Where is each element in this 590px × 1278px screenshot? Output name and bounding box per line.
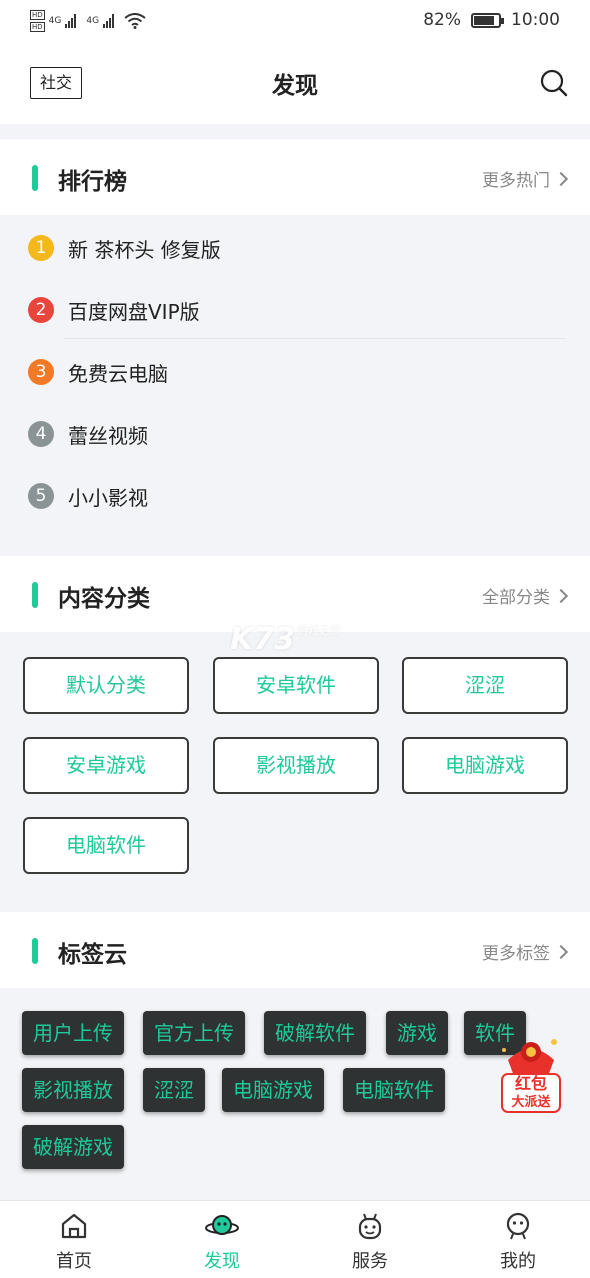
divider (64, 338, 566, 339)
tab-home-label: 首页 (56, 1251, 92, 1272)
category-button[interactable]: 影视播放 (213, 737, 379, 794)
list-item[interactable]: 3 免费云电脑 (28, 352, 168, 392)
rank-item-name: 蕾丝视频 (68, 423, 148, 448)
tag-chip[interactable]: 破解软件 (264, 1011, 366, 1055)
section-accent-bar (32, 165, 38, 191)
tab-profile-label: 我的 (500, 1251, 536, 1272)
network-type-2: 4G (86, 16, 100, 26)
profile-icon (506, 1212, 530, 1240)
list-item[interactable]: 2 百度网盘VIP版 (28, 290, 200, 330)
clock: 10:00 (511, 10, 560, 30)
signal-bars-icon (65, 14, 77, 28)
category-button[interactable]: 默认分类 (23, 657, 189, 714)
home-icon (61, 1213, 87, 1239)
promo-text: 红包 大派送 (502, 1074, 560, 1112)
red-envelope-promo[interactable]: 红包 大派送 (496, 1030, 566, 1116)
category-button[interactable]: 电脑软件 (23, 817, 189, 874)
rank-badge: 1 (28, 235, 54, 261)
tab-service[interactable]: 服务 (310, 1201, 430, 1278)
rank-badge: 5 (28, 483, 54, 509)
tab-profile[interactable]: 我的 (458, 1201, 578, 1278)
tab-service-label: 服务 (352, 1251, 388, 1272)
rank-item-name: 百度网盘VIP版 (68, 299, 200, 324)
all-categories-link[interactable]: 全部分类 (482, 583, 569, 608)
rank-item-name: 免费云电脑 (68, 361, 168, 386)
tags-title: 标签云 (58, 942, 127, 968)
battery-percent: 82% (423, 10, 461, 30)
tag-chip[interactable]: 影视播放 (22, 1068, 124, 1112)
more-hot-label: 更多热门 (482, 171, 550, 191)
categories-title: 内容分类 (58, 586, 150, 612)
rank-item-name: 小小影视 (68, 485, 148, 510)
more-tags-label: 更多标签 (482, 944, 550, 964)
page-title: 发现 (272, 73, 318, 99)
chevron-right-icon (553, 944, 569, 959)
rank-badge: 2 (28, 297, 54, 323)
discover-planet-icon (205, 1215, 239, 1235)
more-tags-link[interactable]: 更多标签 (482, 939, 569, 964)
tag-chip[interactable]: 游戏 (386, 1011, 448, 1055)
category-button[interactable]: 电脑游戏 (402, 737, 568, 794)
tab-home[interactable]: 首页 (14, 1201, 134, 1278)
ranking-list: 1 新 茶杯头 修复版 2 百度网盘VIP版 3 免费云电脑 4 蕾丝视频 5 … (0, 216, 590, 556)
tag-chip[interactable]: 官方上传 (143, 1011, 245, 1055)
chevron-right-icon (553, 588, 569, 603)
signal-bars-icon (103, 14, 115, 28)
tab-discover-label: 发现 (204, 1251, 240, 1272)
tag-chip[interactable]: 用户上传 (22, 1011, 124, 1055)
ranking-title: 排行榜 (58, 169, 127, 195)
ranking-section-header: 排行榜 更多热门 (0, 139, 590, 215)
categories-section-header: 内容分类 全部分类 (0, 556, 590, 632)
tag-chip[interactable]: 破解游戏 (22, 1125, 124, 1169)
watermark-text: K73 (230, 622, 295, 657)
battery-icon (471, 12, 504, 28)
promo-line-2: 大派送 (511, 1095, 551, 1110)
network-type-1: 4G (48, 16, 62, 26)
signal-indicators: HD HD 4G 4G (30, 10, 146, 32)
chevron-right-icon (553, 171, 569, 186)
rank-item-name: 新 茶杯头 修复版 (68, 237, 221, 262)
wifi-icon (124, 13, 146, 29)
status-right: 82% 10:00 (423, 10, 560, 30)
category-button[interactable]: 安卓游戏 (23, 737, 189, 794)
more-hot-link[interactable]: 更多热门 (482, 166, 569, 191)
status-bar: HD HD 4G 4G 82% 10:00 (0, 0, 590, 44)
tag-chip[interactable]: 电脑软件 (343, 1068, 445, 1112)
app-header: 社交 发现 (0, 44, 590, 124)
all-categories-label: 全部分类 (482, 588, 550, 608)
category-button[interactable]: 安卓软件 (213, 657, 379, 714)
section-accent-bar (32, 938, 38, 964)
bottom-tab-bar: 首页 发现 服务 我的 (0, 1200, 590, 1278)
rank-badge: 4 (28, 421, 54, 447)
tab-discover[interactable]: 发现 (162, 1201, 282, 1278)
category-button[interactable]: 涩涩 (402, 657, 568, 714)
rank-badge: 3 (28, 359, 54, 385)
service-robot-icon (358, 1213, 382, 1240)
watermark-subtext: 游戏之家 (297, 624, 341, 637)
list-item[interactable]: 5 小小影视 (28, 476, 148, 516)
hd-icon: HD HD (30, 10, 45, 32)
tag-chip[interactable]: 电脑游戏 (222, 1068, 324, 1112)
search-icon[interactable] (540, 69, 568, 97)
watermark-logo: K73 游戏之家 (230, 622, 341, 657)
tag-chip[interactable]: 涩涩 (143, 1068, 205, 1112)
list-item[interactable]: 4 蕾丝视频 (28, 414, 148, 454)
promo-line-1: 红包 (514, 1074, 547, 1093)
tags-section-header: 标签云 更多标签 (0, 912, 590, 988)
section-accent-bar (32, 582, 38, 608)
list-item[interactable]: 1 新 茶杯头 修复版 (28, 228, 221, 268)
